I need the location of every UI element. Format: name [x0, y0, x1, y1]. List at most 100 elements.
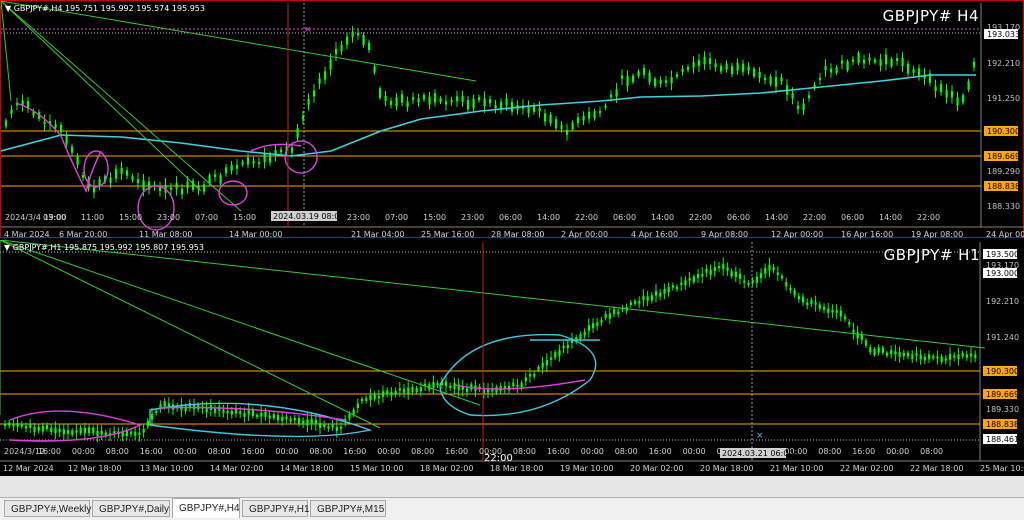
chart-h1-canvas[interactable]: 193.500193.170193.000192.210191.240190.3…: [0, 240, 1024, 475]
candle-body: [235, 408, 238, 414]
price-axis-label: 193.033: [987, 30, 1020, 39]
time-axis-label: 22 Mar 18:00: [910, 464, 963, 473]
candle-body: [289, 418, 292, 422]
candle-body: [16, 423, 19, 427]
candle-body: [934, 86, 937, 92]
candle-body: [214, 408, 217, 413]
candle-body: [824, 66, 827, 71]
candle-body: [428, 96, 431, 105]
candle-body: [159, 187, 162, 192]
candle-body: [928, 354, 931, 360]
candle-body: [610, 94, 613, 98]
candle-body: [562, 345, 565, 349]
time-axis-label: 11 Mar 08:00: [139, 230, 192, 239]
candle-body: [151, 413, 154, 420]
candle-body: [230, 410, 233, 415]
candle-body: [860, 334, 863, 340]
candle-body: [268, 415, 271, 419]
candle-body: [155, 410, 158, 414]
candle-body: [65, 134, 68, 145]
time-axis-small-label: 23:00: [157, 213, 180, 222]
candle-body: [560, 124, 563, 129]
time-axis-small-label: 15:00: [423, 213, 446, 222]
candle-body: [351, 31, 354, 38]
candle-body: [478, 97, 481, 101]
candle-body: [269, 154, 272, 163]
candle-body: [439, 98, 442, 103]
time-axis-small-label: 16:00: [445, 447, 468, 456]
candle-body: [398, 388, 401, 391]
candle-body: [945, 89, 948, 98]
dropdown-triangle-icon[interactable]: ▼: [4, 243, 13, 252]
chart-h1-title: GBPJPY# H1: [883, 246, 980, 264]
candle-body: [643, 67, 646, 75]
time-axis-small-label: 23:00: [347, 213, 370, 222]
candle-body: [82, 175, 85, 178]
candle-body: [879, 59, 882, 66]
price-axis-label: 189.669: [987, 152, 1020, 161]
time-axis-small-label: 14:00: [651, 213, 674, 222]
tab-h4[interactable]: GBPJPY#,H4: [172, 498, 240, 518]
candle-body: [810, 300, 813, 304]
candle-body: [324, 71, 327, 80]
candle-body: [76, 156, 79, 165]
trendline: [0, 240, 986, 349]
candle-body: [263, 153, 266, 162]
candle-body: [814, 302, 817, 305]
time-axis-small-label: 00:00: [581, 447, 604, 456]
candle-body: [951, 91, 954, 98]
candle-body: [785, 282, 788, 287]
candle-body: [163, 401, 166, 407]
candle-body: [736, 62, 739, 71]
cross-marker-icon: ×: [756, 431, 764, 441]
candle-body: [456, 96, 459, 102]
candle-body: [596, 322, 599, 326]
candle-body: [79, 427, 82, 434]
tab-daily[interactable]: GBPJPY#,Daily: [92, 500, 170, 517]
candle-body: [296, 128, 299, 138]
chart-h1[interactable]: 193.500 193.170 193.000 192.210 191.240 190.3…: [0, 240, 1024, 475]
candle-body: [613, 309, 616, 314]
candle-body: [655, 290, 658, 296]
candle-body: [33, 426, 36, 433]
candle-body: [646, 296, 649, 301]
candle-body: [537, 367, 540, 371]
time-axis-label: 6 Mar 20:00: [59, 230, 107, 239]
candle-body: [395, 97, 398, 107]
time-axis-label: 28 Mar 08:00: [491, 230, 544, 239]
candle-body: [357, 32, 360, 36]
candle-body: [915, 352, 918, 356]
tab-h1[interactable]: GBPJPY#,H1: [242, 500, 310, 517]
time-axis-small-label: 07:00: [195, 213, 218, 222]
candle-body: [466, 388, 469, 392]
candle-body: [703, 56, 706, 65]
time-axis-small-label: 14:00: [765, 213, 788, 222]
candle-body: [4, 423, 7, 427]
candle-body: [495, 387, 498, 393]
candle-body: [20, 423, 23, 427]
candle-body: [230, 164, 233, 171]
tab-m15[interactable]: GBPJPY#,M15: [310, 500, 386, 517]
time-axis-small-label: 16:00: [547, 447, 570, 456]
candle-body: [755, 276, 758, 283]
candle-body: [676, 286, 679, 290]
time-axis-label: 22 Mar 02:00: [840, 464, 893, 473]
chart-h4-canvas[interactable]: 193.170193.033192.210191.250190.300189.6…: [1, 1, 1024, 239]
candle-body: [957, 354, 960, 360]
moving-average-line: [1, 74, 976, 157]
candle-body: [323, 423, 326, 427]
dropdown-triangle-icon[interactable]: ▼: [5, 4, 14, 13]
candle-body: [881, 347, 884, 353]
time-axis-small-label: 16:00: [140, 447, 163, 456]
candle-body: [857, 52, 860, 63]
candle-body: [726, 267, 729, 271]
time-axis-small-label: 15:00: [119, 213, 142, 222]
chart-h4[interactable]: 193.170 193.033 192.210 191.250 190.300 189.6…: [0, 0, 1024, 239]
candle-body: [62, 429, 65, 435]
candle-body: [83, 428, 86, 434]
candle-body: [412, 96, 415, 100]
candle-body: [747, 66, 750, 71]
time-axis-small-label: 14:00: [537, 213, 560, 222]
tab-weekly[interactable]: GBPJPY#,Weekly: [4, 500, 91, 517]
candle-body: [911, 354, 914, 360]
